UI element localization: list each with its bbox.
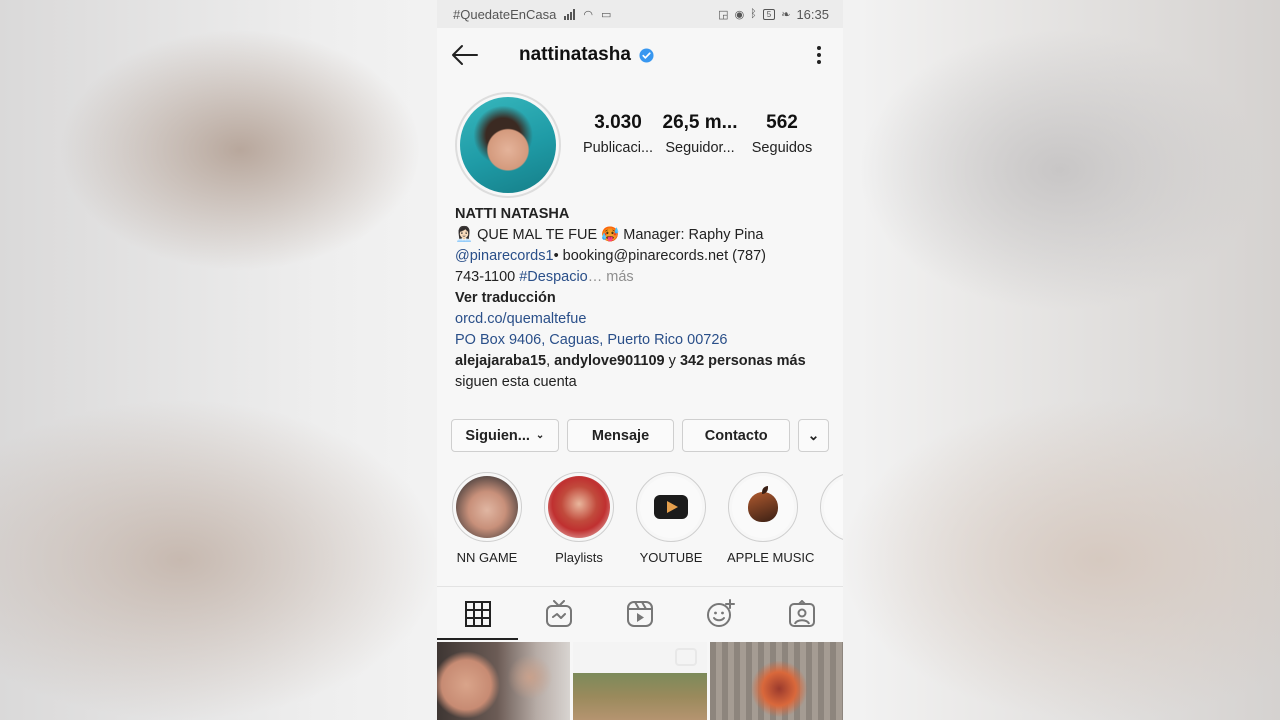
mention-link[interactable]: @pinarecords1 <box>455 248 554 264</box>
profile-actions: Siguien... ⌄ Mensaje Contacto ⌄ <box>437 393 843 452</box>
highlight-label: APPLE MUSIC <box>727 550 815 565</box>
status-bar: #QuedateEnCasa ◠ ▭ ◲ ◉ ᛒ 5 ❧ 16:35 <box>437 0 843 28</box>
chevron-down-icon: ⌄ <box>807 427 820 443</box>
highlight-ring <box>636 472 706 542</box>
following-count[interactable]: 562 Seguidos <box>741 112 823 156</box>
highlight-ring <box>452 472 522 542</box>
stat-label: Seguidos <box>751 140 813 156</box>
youtube-icon <box>654 495 688 519</box>
chevron-down-icon: ⌄ <box>535 430 545 441</box>
profile-stats: 3.030 Publicaci... 26,5 m... Seguidor...… <box>577 112 823 156</box>
highlight-ring <box>544 472 614 542</box>
tagged-icon <box>789 599 816 627</box>
igtv-icon <box>545 599 572 627</box>
separator: y <box>664 353 680 369</box>
highlight-label: Playlists <box>555 550 603 565</box>
signal-icon <box>564 8 576 20</box>
grid-icon <box>464 600 491 627</box>
profile-tabs <box>437 586 843 640</box>
highlight-ring <box>728 472 798 542</box>
phone-screen: #QuedateEnCasa ◠ ▭ ◲ ◉ ᛒ 5 ❧ 16:35 natti… <box>437 0 843 720</box>
contact-label: Contacto <box>704 427 768 444</box>
video-icon <box>674 648 697 666</box>
following-button[interactable]: Siguien... ⌄ <box>451 419 559 452</box>
message-label: Mensaje <box>591 427 650 444</box>
post-thumbnail[interactable] <box>709 642 843 720</box>
follower-name: andylove901109 <box>554 353 665 369</box>
stat-value: 26,5 m... <box>662 112 738 133</box>
post-thumbnail[interactable] <box>437 642 571 720</box>
profile-username: nattinatasha <box>519 44 631 65</box>
effects-icon <box>707 598 736 627</box>
post-thumbnail[interactable] <box>573 642 707 720</box>
avatar-image <box>460 97 556 193</box>
highlight-playlists[interactable]: Playlists <box>543 472 615 565</box>
separator: , <box>546 353 555 369</box>
verified-badge-icon <box>639 47 654 63</box>
wifi-icon: ◠ <box>583 8 593 21</box>
bio-text: • booking@pinarecords.net (787) <box>553 248 767 264</box>
website-link[interactable]: orcd.co/quemaltefue <box>455 309 825 330</box>
highlight-cover <box>732 476 794 538</box>
display-name: NATTI NATASHA <box>455 206 570 222</box>
message-button[interactable]: Mensaje <box>566 419 675 452</box>
eye-icon: ◉ <box>734 8 745 21</box>
profile-avatar[interactable] <box>455 92 561 198</box>
highlight-label: NN GAME <box>456 550 518 565</box>
bio-line: @pinarecords1• booking@pinarecords.net (… <box>455 246 825 267</box>
followed-by[interactable]: alejajaraba15, andylove901109 y 342 pers… <box>455 351 825 372</box>
apple-icon <box>748 486 778 522</box>
profile-summary: 3.030 Publicaci... 26,5 m... Seguidor...… <box>437 82 843 198</box>
highlight-youtube[interactable]: YOUTUBE <box>635 472 707 565</box>
leaf-icon: ❧ <box>781 8 791 21</box>
back-arrow-icon[interactable] <box>451 41 479 69</box>
tab-effects[interactable] <box>681 587 762 640</box>
bio-line: 743-1100 #Despacio… más <box>455 267 825 288</box>
translate-link[interactable]: Ver traducción <box>455 288 825 309</box>
stat-value: 3.030 <box>594 112 642 133</box>
address-link[interactable]: PO Box 9406, Caguas, Puerto Rico 00726 <box>455 330 825 351</box>
highlight-apple-music[interactable]: APPLE MUSIC <box>727 472 815 565</box>
highlight-nn-game[interactable]: NN GAME <box>451 472 523 565</box>
highlight-label: YOUTUBE <box>639 550 703 565</box>
contact-button[interactable]: Contacto <box>682 419 791 452</box>
highlight-cover <box>456 476 518 538</box>
profile-bio: NATTI NATASHA 👩🏻‍💼 QUE MAL TE FUE 🥵 Mana… <box>437 194 843 393</box>
highlight-cover <box>640 476 702 538</box>
posts-count[interactable]: 3.030 Publicaci... <box>577 112 659 156</box>
tab-reels[interactable] <box>599 587 680 640</box>
following-label: Siguien... <box>465 427 530 444</box>
bio-text: 743-1100 <box>455 269 520 285</box>
cast-icon: ◲ <box>718 8 729 21</box>
bio-line: 👩🏻‍💼 QUE MAL TE FUE 🥵 Manager: Raphy Pin… <box>455 227 764 243</box>
story-highlights: NN GAME Playlists YOUTUBE APPLE MUSIC SP <box>437 452 843 565</box>
highlight-ring <box>820 472 843 542</box>
tab-igtv[interactable] <box>518 587 599 640</box>
reels-icon <box>627 600 653 627</box>
more-options-icon[interactable] <box>809 46 829 64</box>
highlight-cover <box>548 476 610 538</box>
hashtag-link[interactable]: #Despacio <box>519 269 588 285</box>
suggested-accounts-button[interactable]: ⌄ <box>798 419 829 452</box>
followers-count[interactable]: 26,5 m... Seguidor... <box>659 112 741 156</box>
followed-by-tail: siguen esta cuenta <box>455 374 577 390</box>
highlight-cover <box>824 476 843 538</box>
profile-header: nattinatasha <box>437 28 843 82</box>
followers-more: 342 personas más <box>679 353 806 369</box>
stat-label: Seguidor... <box>665 140 735 156</box>
posts-grid <box>437 642 843 720</box>
clock: 16:35 <box>796 6 829 22</box>
bluetooth-icon: ᛒ <box>750 8 757 20</box>
stat-label: Publicaci... <box>582 140 654 156</box>
camera-icon: ▭ <box>600 8 612 21</box>
stat-value: 562 <box>766 112 798 133</box>
carrier-text: #QuedateEnCasa <box>453 6 557 22</box>
follower-name: alejajaraba15 <box>455 353 547 369</box>
battery-icon: 5 <box>762 8 776 20</box>
tab-tagged[interactable] <box>762 587 843 640</box>
highlight-label: SP <box>819 550 843 565</box>
tab-grid[interactable] <box>437 587 519 640</box>
more-link[interactable]: … más <box>588 269 634 285</box>
highlight-spotify[interactable]: SP <box>819 472 843 565</box>
